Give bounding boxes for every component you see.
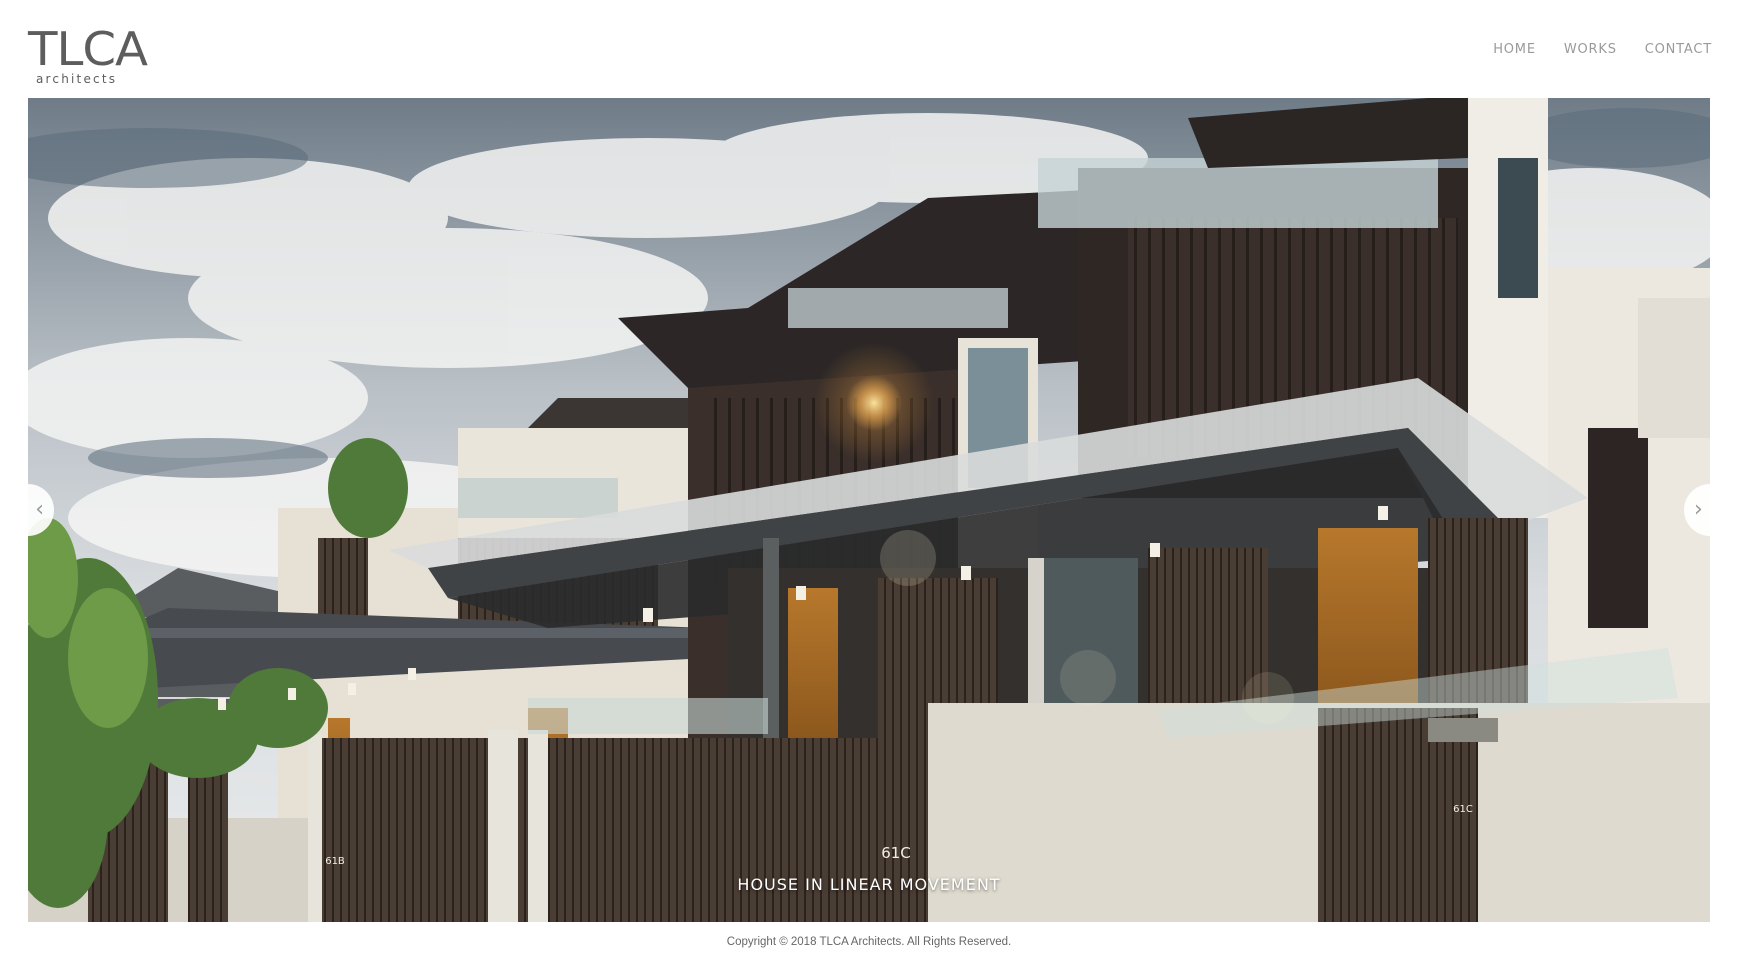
page: TLCA architects HOME WORKS CONTACT 61C 6… <box>0 0 1738 963</box>
house-number-plate: 61C <box>1453 804 1473 815</box>
hero-image: 61C 61B 61C <box>28 98 1710 922</box>
house-number-61c: 61C <box>881 844 911 862</box>
logo[interactable]: TLCA architects <box>28 26 148 88</box>
chevron-right-icon: › <box>1694 497 1703 522</box>
logo-subtitle: architects <box>36 72 118 86</box>
nav-works-link[interactable]: WORKS <box>1564 42 1617 57</box>
hero-slider[interactable]: 61C 61B 61C ‹ › HOUSE IN LINEAR MOVEMENT <box>28 98 1710 922</box>
chevron-left-icon: ‹ <box>35 497 44 522</box>
footer-copyright: Copyright © 2018 TLCA Architects. All Ri… <box>726 936 1012 948</box>
logo-mark: TLCA <box>28 22 148 76</box>
house-number-61b: 61B <box>325 856 345 867</box>
slide-caption: HOUSE IN LINEAR MOVEMENT <box>737 875 1001 894</box>
nav-contact-link[interactable]: CONTACT <box>1645 42 1712 57</box>
site-header: TLCA architects HOME WORKS CONTACT <box>0 0 1738 98</box>
main-nav: HOME WORKS CONTACT <box>1493 42 1712 57</box>
nav-home-link[interactable]: HOME <box>1493 42 1536 57</box>
